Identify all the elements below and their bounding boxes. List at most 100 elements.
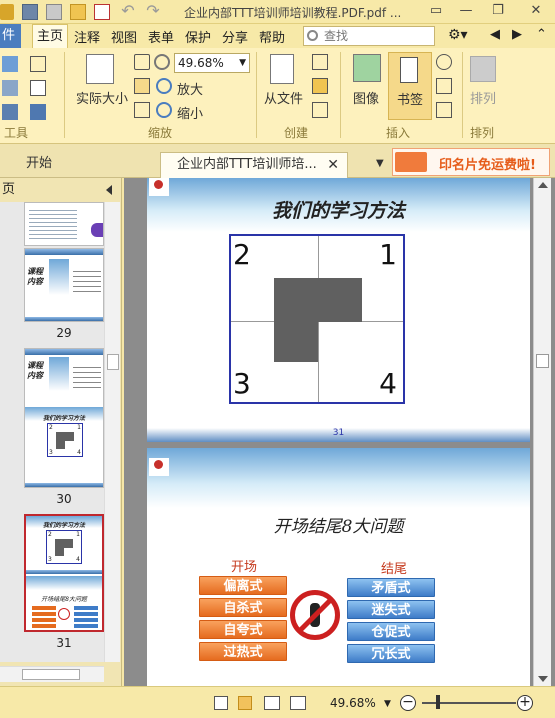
maximize-button[interactable]: ❐ bbox=[487, 2, 509, 20]
fit-visible-icon[interactable] bbox=[134, 102, 150, 118]
nav-forward-icon[interactable]: ▶ bbox=[512, 27, 522, 42]
quadrant-number: 1 bbox=[379, 238, 397, 271]
menu-file[interactable]: 件 bbox=[0, 24, 22, 48]
save-icon[interactable] bbox=[22, 4, 38, 20]
open-folder-icon[interactable] bbox=[70, 4, 86, 20]
image-label[interactable]: 图像 bbox=[353, 88, 379, 107]
from-file-icon[interactable] bbox=[270, 54, 294, 84]
menu-help[interactable]: 帮助 bbox=[259, 27, 285, 46]
fit-page-icon[interactable] bbox=[134, 54, 150, 70]
sidebar-hscroll-thumb[interactable] bbox=[22, 669, 80, 680]
minimize-window-button[interactable]: — bbox=[455, 2, 477, 20]
link-icon[interactable] bbox=[436, 54, 452, 70]
hand-tool-icon[interactable] bbox=[2, 56, 18, 72]
thumb-lshape bbox=[55, 539, 73, 548]
zoom-out-button[interactable]: − bbox=[400, 695, 416, 711]
fit-width-icon[interactable] bbox=[134, 78, 150, 94]
undo-icon[interactable]: ↶ bbox=[120, 3, 136, 20]
typewriter-icon[interactable] bbox=[30, 104, 46, 120]
image-icon[interactable] bbox=[353, 54, 381, 82]
menu-share[interactable]: 分享 bbox=[222, 27, 248, 46]
thumbnail-page-29[interactable]: 课程内容 bbox=[24, 248, 104, 322]
zoom-in-button[interactable]: + bbox=[517, 695, 533, 711]
audio-video-icon[interactable] bbox=[436, 102, 452, 118]
bookmark-button[interactable]: 书签 bbox=[388, 52, 432, 120]
settings-gear-icon[interactable]: ⚙▾ bbox=[448, 27, 468, 43]
search-field[interactable] bbox=[303, 26, 435, 46]
minimize-button[interactable]: ▭ bbox=[425, 2, 447, 20]
arrange-icon[interactable] bbox=[470, 56, 496, 82]
facing-pages-icon[interactable] bbox=[264, 696, 280, 710]
print-icon[interactable] bbox=[46, 4, 62, 20]
arrange-label[interactable]: 排列 bbox=[470, 88, 496, 107]
continuous-facing-icon[interactable] bbox=[290, 696, 306, 710]
zoom-out-label[interactable]: 缩小 bbox=[177, 103, 203, 122]
tab-start[interactable]: 开始 bbox=[0, 152, 160, 178]
thumbnail-page-31[interactable]: 我们的学习方法 2 1 3 4 开场结尾8大问题 bbox=[24, 514, 104, 632]
app-logo-icon[interactable] bbox=[0, 4, 14, 20]
actual-size-icon[interactable] bbox=[86, 54, 114, 84]
redo-icon[interactable]: ↷ bbox=[145, 3, 161, 20]
menu-form[interactable]: 表单 bbox=[148, 27, 174, 46]
attachment-icon[interactable] bbox=[436, 78, 452, 94]
scanner-icon[interactable] bbox=[312, 78, 328, 94]
viewer-scroll-thumb[interactable] bbox=[536, 354, 549, 368]
thumb-graphic bbox=[91, 223, 103, 237]
menu-home[interactable]: 主页 bbox=[32, 24, 69, 48]
zoom-slider-knob[interactable] bbox=[436, 695, 440, 709]
thumb-text-lines bbox=[73, 363, 101, 389]
scroll-down-icon[interactable] bbox=[538, 676, 548, 682]
blank-page-icon[interactable] bbox=[312, 54, 328, 70]
status-zoom-value[interactable]: 49.68% bbox=[330, 696, 376, 710]
continuous-page-icon[interactable] bbox=[238, 696, 252, 710]
actual-size-label[interactable]: 实际大小 bbox=[76, 88, 128, 107]
thumb-lshape bbox=[55, 548, 64, 556]
nav-back-icon[interactable]: ◀ bbox=[490, 27, 500, 42]
snapshot-icon[interactable] bbox=[30, 56, 46, 72]
new-document-icon[interactable] bbox=[94, 4, 110, 20]
zoom-in-icon[interactable] bbox=[156, 78, 172, 94]
tab-list-dropdown-icon[interactable]: ▼ bbox=[376, 158, 384, 169]
collapse-sidebar-icon[interactable] bbox=[106, 185, 112, 195]
thumb-quadrant: 3 bbox=[48, 556, 52, 563]
group-create-label: 创建 bbox=[284, 126, 309, 140]
opening-item: 自夸式 bbox=[199, 620, 287, 639]
zoom-out-icon[interactable] bbox=[156, 102, 172, 118]
ribbon-separator bbox=[256, 52, 257, 138]
collapse-ribbon-icon[interactable]: ⌃ bbox=[536, 27, 547, 42]
menu-protect[interactable]: 保护 bbox=[185, 27, 211, 46]
single-page-icon[interactable] bbox=[214, 696, 228, 710]
sidebar-vertical-scrollbar[interactable] bbox=[104, 202, 120, 662]
menu-view[interactable]: 视图 bbox=[111, 27, 137, 46]
sidebar-horizontal-scrollbar[interactable] bbox=[0, 666, 104, 682]
viewer-vertical-scrollbar[interactable] bbox=[533, 178, 551, 686]
clipboard-paste-icon[interactable] bbox=[312, 102, 328, 118]
thumb-opening-items bbox=[32, 606, 56, 628]
tab-document[interactable]: 企业内部TTT培训师培... ✕ bbox=[160, 152, 348, 178]
thumb-header-bar bbox=[25, 349, 103, 355]
thumb-grid: 2 1 3 4 bbox=[47, 423, 83, 457]
ribbon-separator bbox=[462, 52, 463, 138]
close-tab-icon[interactable]: ✕ bbox=[327, 153, 339, 177]
edit-tool-icon[interactable] bbox=[2, 104, 18, 120]
zoom-tool-icon[interactable] bbox=[154, 54, 170, 70]
slide-title: 开场结尾8大问题 bbox=[273, 517, 404, 537]
thumbnail-page-number: 29 bbox=[56, 326, 72, 340]
search-input[interactable] bbox=[324, 28, 432, 44]
clipboard-icon[interactable] bbox=[30, 80, 46, 96]
thumbnail-page-28[interactable] bbox=[24, 202, 104, 246]
select-text-icon[interactable] bbox=[2, 80, 18, 96]
sidebar-scroll-thumb[interactable] bbox=[107, 354, 119, 370]
quadrant-number: 3 bbox=[233, 367, 251, 400]
ad-banner[interactable]: 印名片免运费啦! bbox=[392, 148, 550, 176]
scroll-up-icon[interactable] bbox=[538, 182, 548, 188]
zoom-select[interactable]: 49.68% ▼ bbox=[174, 53, 250, 73]
document-viewer[interactable]: 我们的学习方法 2 1 3 4 31 开场结尾8大问题 开场 结尾 偏离式 自杀… bbox=[124, 178, 555, 686]
zoom-dropdown-icon[interactable]: ▼ bbox=[384, 699, 391, 709]
from-file-label[interactable]: 从文件 bbox=[264, 88, 303, 107]
zoom-in-label[interactable]: 放大 bbox=[177, 79, 203, 98]
menu-annotate[interactable]: 注释 bbox=[74, 27, 100, 46]
closing-item: 冗长式 bbox=[347, 644, 435, 663]
close-window-button[interactable]: ✕ bbox=[525, 2, 547, 20]
thumbnail-page-30[interactable]: 课程内容 我们的学习方法 2 1 3 4 bbox=[24, 348, 104, 488]
